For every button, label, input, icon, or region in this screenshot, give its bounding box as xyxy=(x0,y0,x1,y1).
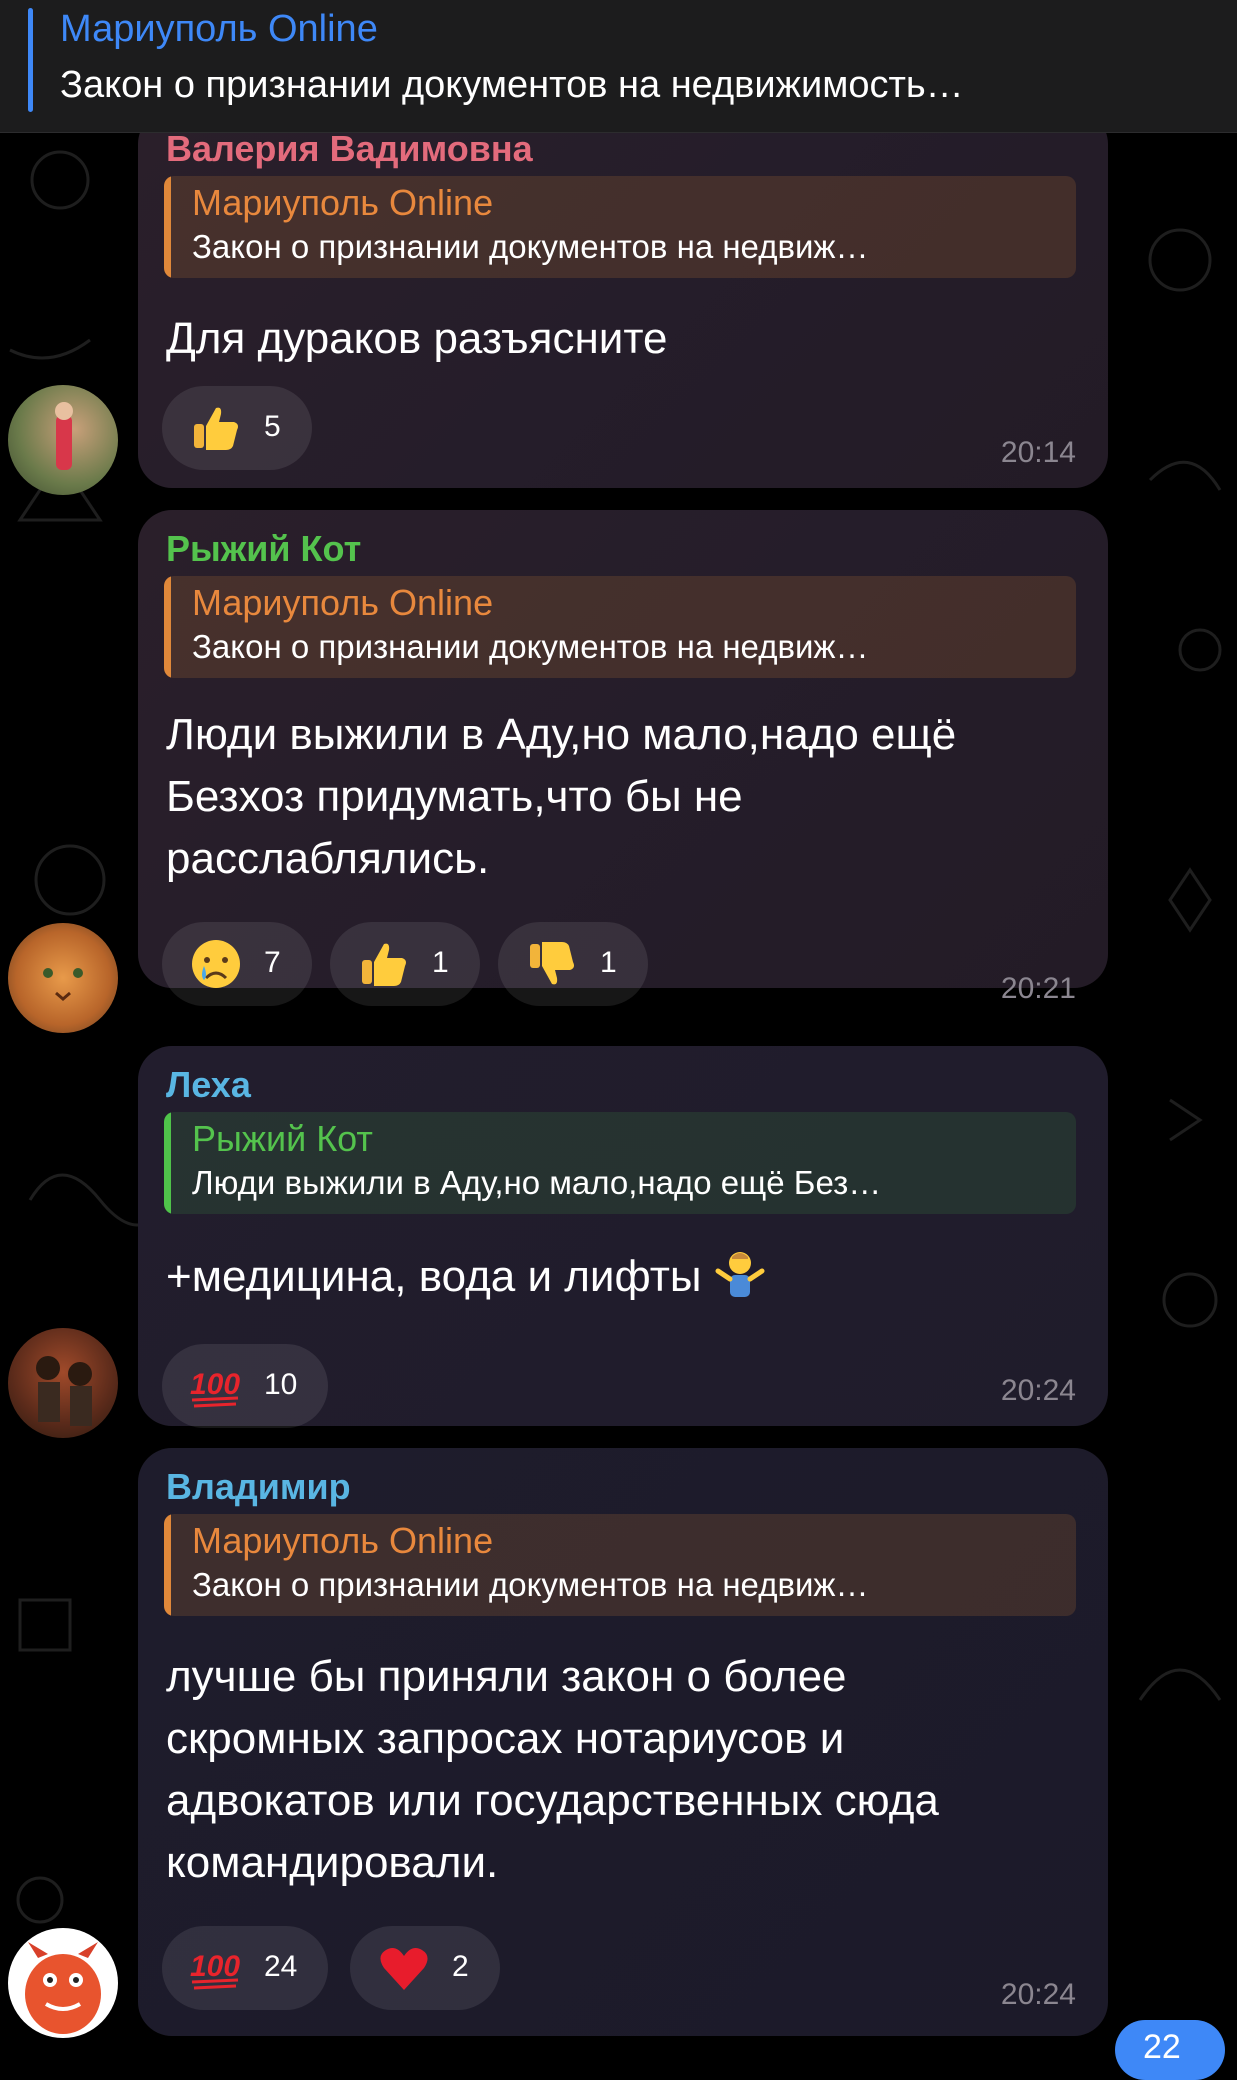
reaction-count: 1 xyxy=(600,946,617,979)
pinned-title: Мариуполь Online xyxy=(60,8,378,50)
reply-quote[interactable]: Мариуполь Online Закон о признании докум… xyxy=(164,576,1076,678)
thumbs-up-icon xyxy=(362,943,406,986)
hundred-points-icon: 100 xyxy=(190,1368,240,1408)
message-time: 20:24 xyxy=(1000,1374,1076,1407)
reaction-red-heart[interactable]: 2 xyxy=(350,1926,500,2010)
svg-text:100: 100 xyxy=(190,1368,240,1401)
message-author[interactable]: Рыжий Кот xyxy=(166,528,361,570)
quote-title: Мариуполь Online xyxy=(192,1520,494,1561)
reaction-thumbs-up[interactable]: 5 xyxy=(162,386,312,470)
message-author[interactable]: Валерия Вадимовна xyxy=(166,128,533,170)
reaction-count: 10 xyxy=(264,1368,298,1401)
message-author[interactable]: Леха xyxy=(166,1064,251,1106)
message-time: 20:21 xyxy=(1000,972,1076,1005)
reaction-thumbs-up[interactable]: 1 xyxy=(330,922,480,1006)
message-text: +медицина, вода и лифты xyxy=(166,1246,1086,1308)
avatar[interactable] xyxy=(8,923,118,1033)
avatar[interactable] xyxy=(8,385,118,495)
unread-count-badge[interactable]: 22 xyxy=(1115,2020,1225,2080)
avatar-photo xyxy=(55,402,73,470)
pinned-indicator xyxy=(28,8,33,112)
avatar-photo xyxy=(25,1942,101,2034)
reaction-count: 1 xyxy=(432,946,449,979)
reply-quote[interactable]: Мариуполь Online Закон о признании докум… xyxy=(164,176,1076,278)
reply-quote[interactable]: Мариуполь Online Закон о признании докум… xyxy=(164,1514,1076,1616)
message-text: Для дураков разъясните xyxy=(166,314,668,363)
message-author[interactable]: Владимир xyxy=(166,1466,351,1508)
crying-face-icon xyxy=(192,940,240,988)
pinned-message-bar[interactable]: Мариуполь Online Закон о признании докум… xyxy=(0,0,1237,133)
thumbs-down-icon xyxy=(530,942,574,985)
quote-title: Мариуполь Online xyxy=(192,182,494,223)
reaction-count: 24 xyxy=(264,1950,298,1983)
message-bubble[interactable]: Рыжий Кот Мариуполь Online Закон о призн… xyxy=(138,510,1108,1006)
reaction-hundred-points[interactable]: 100 10 xyxy=(162,1344,328,1428)
pinned-text: Закон о признании документов на недвижим… xyxy=(60,64,964,106)
reply-quote[interactable]: Рыжий Кот Люди выжили в Аду,но мало,надо… xyxy=(164,1112,1076,1214)
reaction-thumbs-down[interactable]: 1 xyxy=(498,922,648,1006)
quote-text: Закон о признании документов на недвиж… xyxy=(192,228,869,265)
avatar-photo xyxy=(36,1356,92,1426)
red-heart-icon xyxy=(380,1948,428,1990)
quote-title: Мариуполь Online xyxy=(192,582,494,623)
message-text: лучше бы приняли закон о более скромных … xyxy=(166,1652,939,1887)
reaction-hundred-points[interactable]: 100 24 xyxy=(162,1926,328,2010)
reaction-count: 5 xyxy=(264,410,281,443)
person-shrugging-icon xyxy=(715,1252,765,1297)
message-text: Люди выжили в Аду,но мало,надо ещё Безхо… xyxy=(166,710,957,883)
message-time: 20:14 xyxy=(1000,436,1076,469)
reaction-crying-face[interactable]: 7 xyxy=(162,922,312,1006)
quote-text: Закон о признании документов на недвиж… xyxy=(192,1566,869,1603)
avatar[interactable] xyxy=(8,1928,118,2038)
reaction-count: 2 xyxy=(452,1950,469,1983)
thumbs-up-icon xyxy=(194,407,238,450)
hundred-points-icon: 100 xyxy=(190,1950,240,1990)
svg-text:100: 100 xyxy=(190,1950,240,1983)
avatar-photo xyxy=(43,968,83,1001)
message-bubble[interactable]: Леха Рыжий Кот Люди выжили в Аду,но мало… xyxy=(138,1046,1108,1428)
quote-text: Закон о признании документов на недвиж… xyxy=(192,628,869,665)
quote-title: Рыжий Кот xyxy=(192,1118,373,1159)
message-bubble[interactable]: Владимир Мариуполь Online Закон о призна… xyxy=(138,1448,1108,2036)
avatar[interactable] xyxy=(8,1328,118,1438)
reaction-count: 7 xyxy=(264,946,281,979)
message-bubble[interactable]: Валерия Вадимовна Мариуполь Online Закон… xyxy=(138,110,1108,488)
message-time: 20:24 xyxy=(1000,1978,1076,2011)
quote-text: Люди выжили в Аду,но мало,надо ещё Без… xyxy=(192,1164,882,1201)
